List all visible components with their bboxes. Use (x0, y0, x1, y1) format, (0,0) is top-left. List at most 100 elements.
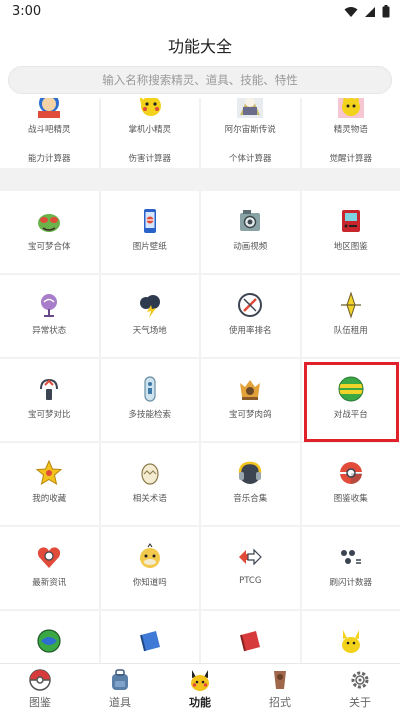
nav-item-pokedex[interactable]: 图鉴 (0, 664, 80, 712)
status-condition-icon (35, 291, 63, 319)
game-label: 掌机小精灵 (101, 123, 200, 135)
game-thumbnail-icon (235, 98, 265, 120)
feature-status-condition[interactable]: 异常状态 (0, 275, 99, 357)
feature-label: 我的收藏 (0, 492, 99, 504)
feature-label: 宝可梦对比 (0, 408, 99, 420)
team-rental-icon (337, 291, 365, 319)
ptcg-cards-icon (236, 543, 264, 571)
pokeball-icon (28, 668, 52, 692)
feature-favorites[interactable]: 我的收藏 (0, 443, 99, 525)
feature-terminology[interactable]: 相关术语 (101, 443, 200, 525)
feature-pikachu[interactable] (302, 611, 400, 663)
nav-label: 关于 (320, 694, 400, 710)
feature-team-rental[interactable]: 队伍租用 (302, 275, 400, 357)
gear-icon (348, 668, 372, 692)
game-label: 精灵物语 (302, 123, 400, 135)
news-heart-icon (35, 543, 63, 571)
calculator-label: 觉醒计算器 (302, 152, 400, 164)
pokemon-compare-icon (35, 375, 63, 403)
feature-latest-news[interactable]: 最新资讯 (0, 527, 99, 609)
feature-label: 相关术语 (101, 492, 200, 504)
shiny-counter-icon (337, 543, 365, 571)
feature-pokemon-compare[interactable]: 宝可梦对比 (0, 359, 99, 441)
game-thumbnail-icon (34, 98, 64, 120)
calculator-item[interactable]: 觉醒计算器 (302, 148, 400, 168)
feature-label: 队伍租用 (302, 324, 400, 336)
feature-pokedex-collection[interactable]: 图鉴收集 (302, 443, 400, 525)
status-time: 3:00 (12, 4, 41, 19)
calculator-label: 伤害计算器 (101, 152, 200, 164)
game-item[interactable]: 精灵物语 (302, 98, 400, 148)
feature-music-collection[interactable]: 音乐合集 (201, 443, 300, 525)
game-row: 战斗吧精灵 掌机小精灵 阿尔宙斯传说 精灵物语 (0, 98, 400, 148)
app-bar: 功能大全 (0, 24, 400, 64)
feature-label: 最新资讯 (0, 576, 99, 588)
battery-icon (382, 5, 390, 18)
game-thumbnail-icon (336, 98, 366, 120)
feature-label: PTCG (201, 576, 300, 586)
page-title: 功能大全 (0, 33, 400, 57)
nav-item-about[interactable]: 关于 (320, 664, 400, 712)
calculator-item[interactable]: 个体计算器 (201, 148, 300, 168)
nav-label: 招式 (240, 694, 320, 710)
red-book-icon (236, 627, 264, 655)
status-bar: 3:00 (0, 0, 400, 24)
feature-weather-field[interactable]: 天气场地 (101, 275, 200, 357)
calculator-item[interactable]: 能力计算器 (0, 148, 99, 168)
favorites-star-icon (35, 459, 63, 487)
feature-usage-ranking[interactable]: 使用率排名 (201, 275, 300, 357)
pikachu-icon (337, 627, 365, 655)
feature-grid: 宝可梦合体 图片壁纸 动画视频 地区图鉴 异常状态 天气场地 使用率排名 队 (0, 191, 400, 663)
nav-label: 道具 (80, 694, 160, 710)
nav-item-items[interactable]: 道具 (80, 664, 160, 712)
wifi-icon (344, 6, 358, 18)
map-icon (35, 627, 63, 655)
pikachu-face-icon (188, 668, 212, 692)
feature-animation-video[interactable]: 动画视频 (201, 191, 300, 273)
feature-region-pokedex[interactable]: 地区图鉴 (302, 191, 400, 273)
pokemon-roguelike-icon (236, 375, 264, 403)
nav-label: 功能 (160, 694, 240, 710)
game-label: 阿尔宙斯传说 (201, 123, 300, 135)
calculator-item[interactable]: 伤害计算器 (101, 148, 200, 168)
feature-label: 宝可梦合体 (0, 240, 99, 252)
signal-icon (364, 6, 376, 18)
calculator-row: 能力计算器 伤害计算器 个体计算器 觉醒计算器 (0, 148, 400, 168)
weather-field-icon (136, 291, 164, 319)
technique-icon (268, 668, 292, 692)
music-collection-icon (236, 459, 264, 487)
search-input[interactable]: 输入名称搜索精灵、道具、技能、特性 (8, 66, 392, 94)
usage-ranking-icon (236, 291, 264, 319)
calculator-label: 能力计算器 (0, 152, 99, 164)
feature-label: 宝可梦肉鸽 (201, 408, 300, 420)
feature-multi-move-search[interactable]: 多技能检索 (101, 359, 200, 441)
battle-platform-icon (337, 375, 365, 403)
backpack-icon (108, 668, 132, 692)
feature-shiny-counter[interactable]: 刷闪计数器 (302, 527, 400, 609)
feature-list[interactable]: 战斗吧精灵 掌机小精灵 阿尔宙斯传说 精灵物语 能力计算器 伤害计算器 个体计算… (0, 98, 400, 663)
game-item[interactable]: 掌机小精灵 (101, 98, 200, 148)
feature-red-book[interactable] (201, 611, 300, 663)
feature-label: 异常状态 (0, 324, 99, 336)
feature-label: 动画视频 (201, 240, 300, 252)
nav-item-moves[interactable]: 招式 (240, 664, 320, 712)
feature-label: 多技能检索 (101, 408, 200, 420)
feature-wallpaper[interactable]: 图片壁纸 (101, 191, 200, 273)
feature-label: 对战平台 (302, 408, 400, 420)
feature-label: 图片壁纸 (101, 240, 200, 252)
psyduck-icon (136, 543, 164, 571)
feature-map[interactable] (0, 611, 99, 663)
nav-item-features[interactable]: 功能 (160, 664, 240, 712)
feature-blue-book[interactable] (101, 611, 200, 663)
feature-battle-platform[interactable]: 对战平台 (302, 359, 400, 441)
game-item[interactable]: 阿尔宙斯传说 (201, 98, 300, 148)
feature-ptcg[interactable]: PTCG (201, 527, 300, 609)
feature-pokemon-fusion[interactable]: 宝可梦合体 (0, 191, 99, 273)
feature-pokemon-roguelike[interactable]: 宝可梦肉鸽 (201, 359, 300, 441)
region-pokedex-icon (337, 207, 365, 235)
game-item[interactable]: 战斗吧精灵 (0, 98, 99, 148)
feature-did-you-know[interactable]: 你知道吗 (101, 527, 200, 609)
camera-video-icon (236, 207, 264, 235)
pokemon-fusion-icon (35, 207, 63, 235)
blue-book-icon (136, 627, 164, 655)
